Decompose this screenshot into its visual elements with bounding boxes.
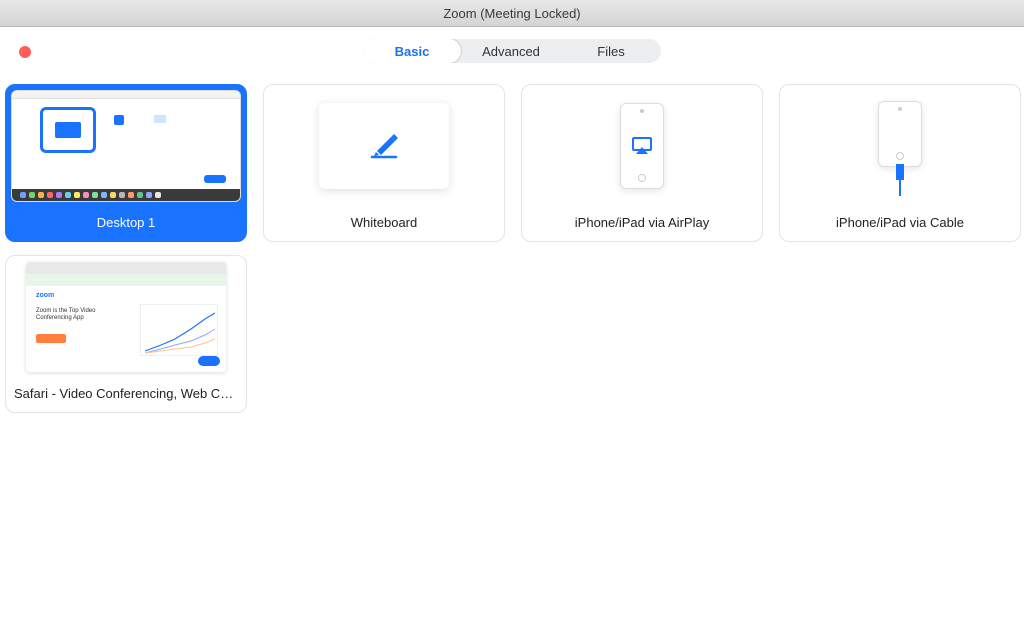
cable-connector-icon [896,164,904,180]
tile-label: Whiteboard [264,207,504,241]
close-button[interactable] [19,46,31,58]
tile-label: Safari - Video Conferencing, Web Confere… [6,378,246,412]
airplay-icon [632,137,652,155]
tab-segmented-control: Basic Advanced Files [0,27,1024,63]
tile-label: iPhone/iPad via AirPlay [522,207,762,241]
highlighter-icon [362,129,406,163]
tile-label: Desktop 1 [6,207,246,241]
window-body: Basic Advanced Files [0,27,1024,640]
tab-files[interactable]: Files [561,39,661,63]
safari-thumbnail: zoom Zoom is the Top Video Conferencing … [26,262,226,372]
desktop-thumbnail [6,85,246,207]
whiteboard-card [319,103,449,189]
phone-cable-outline [878,101,922,167]
source-tile-airplay[interactable]: iPhone/iPad via AirPlay [521,84,763,242]
cable-wire-icon [899,180,901,196]
tab-advanced[interactable]: Advanced [461,39,561,63]
source-tile-whiteboard[interactable]: Whiteboard [263,84,505,242]
source-tile-desktop-1[interactable]: Desktop 1 [5,84,247,242]
share-source-grid: Desktop 1 Whiteboard [0,63,1024,413]
phone-outline [620,103,664,189]
source-tile-cable[interactable]: iPhone/iPad via Cable [779,84,1021,242]
window-title: Zoom (Meeting Locked) [443,6,580,21]
tile-label: iPhone/iPad via Cable [780,207,1020,241]
window-titlebar: Zoom (Meeting Locked) [0,0,1024,27]
tab-basic[interactable]: Basic [363,39,462,63]
source-tile-safari[interactable]: zoom Zoom is the Top Video Conferencing … [5,255,247,413]
